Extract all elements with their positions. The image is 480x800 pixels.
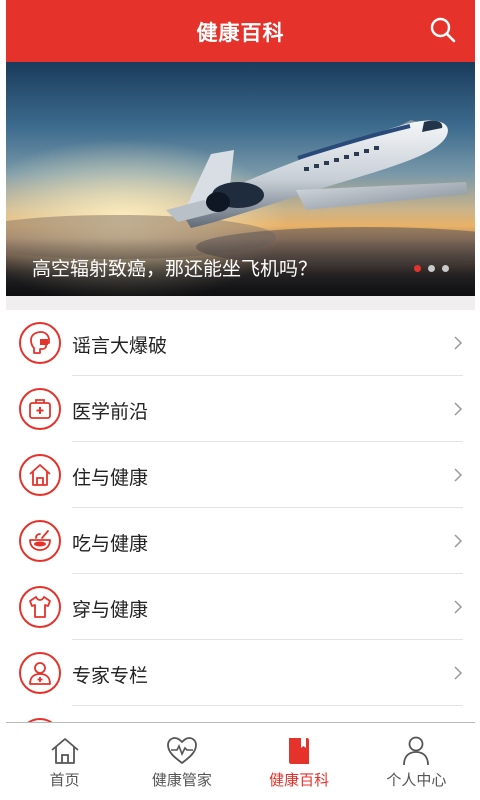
person-icon bbox=[403, 736, 430, 766]
carousel-dot[interactable] bbox=[442, 265, 449, 272]
tab-label: 健康百科 bbox=[269, 771, 330, 789]
chevron-right-icon bbox=[454, 534, 463, 548]
carousel-dot[interactable] bbox=[414, 265, 421, 272]
page-title: 健康百科 bbox=[196, 21, 285, 45]
tab-personal-center[interactable]: 个人中心 bbox=[358, 723, 475, 800]
chevron-right-icon bbox=[454, 336, 463, 350]
category-list: 谣言大爆破 医学前沿 住与健康 吃与健康 穿与健康 专家专栏 bbox=[6, 310, 475, 772]
category-label: 住与健康 bbox=[72, 467, 149, 489]
heartbeat-icon bbox=[166, 737, 197, 764]
category-item-housing[interactable]: 住与健康 bbox=[6, 442, 475, 508]
chevron-right-icon bbox=[454, 468, 463, 482]
category-label: 谣言大爆破 bbox=[72, 335, 168, 357]
book-icon bbox=[289, 738, 310, 764]
category-label: 专家专栏 bbox=[72, 665, 149, 687]
tab-home[interactable]: 首页 bbox=[6, 723, 123, 800]
category-item-rumor[interactable]: 谣言大爆破 bbox=[6, 310, 475, 376]
category-item-food[interactable]: 吃与健康 bbox=[6, 508, 475, 574]
header-bar: 健康百科 bbox=[6, 0, 475, 62]
bottom-tab-bar: 首页 健康管家 健康百科 个人中心 bbox=[6, 722, 475, 800]
tab-health-manager[interactable]: 健康管家 bbox=[123, 723, 240, 800]
tab-health-encyclopedia[interactable]: 健康百科 bbox=[241, 723, 358, 800]
banner-carousel[interactable]: 高空辐射致癌，那还能坐飞机吗？ bbox=[6, 62, 475, 296]
category-item-clothing[interactable]: 穿与健康 bbox=[6, 574, 475, 640]
search-icon[interactable] bbox=[429, 16, 457, 44]
bowl-icon bbox=[19, 520, 61, 562]
category-label: 穿与健康 bbox=[72, 599, 149, 621]
rumor-speaker-icon bbox=[19, 322, 61, 364]
tab-label: 首页 bbox=[49, 771, 80, 789]
category-item-medical[interactable]: 医学前沿 bbox=[6, 376, 475, 442]
home-icon bbox=[51, 738, 79, 764]
shirt-icon bbox=[19, 586, 61, 628]
section-divider bbox=[6, 296, 475, 310]
banner-caption[interactable]: 高空辐射致癌，那还能坐飞机吗？ bbox=[32, 254, 317, 281]
tab-label: 健康管家 bbox=[151, 771, 212, 789]
carousel-indicator bbox=[414, 265, 449, 272]
carousel-dot[interactable] bbox=[428, 265, 435, 272]
chevron-right-icon bbox=[454, 600, 463, 614]
category-label: 医学前沿 bbox=[72, 401, 149, 423]
chevron-right-icon bbox=[454, 402, 463, 416]
category-label: 吃与健康 bbox=[72, 533, 149, 555]
doctor-icon bbox=[19, 652, 61, 694]
app-screen: 健康百科 高空辐射致癌，那还能坐飞机吗？ 谣言大爆破 医学前沿 住与健康 吃与健… bbox=[6, 0, 475, 800]
category-item-expert[interactable]: 专家专栏 bbox=[6, 640, 475, 706]
tab-label: 个人中心 bbox=[386, 771, 447, 789]
medical-kit-icon bbox=[19, 388, 61, 430]
chevron-right-icon bbox=[454, 666, 463, 680]
house-icon bbox=[19, 454, 61, 496]
